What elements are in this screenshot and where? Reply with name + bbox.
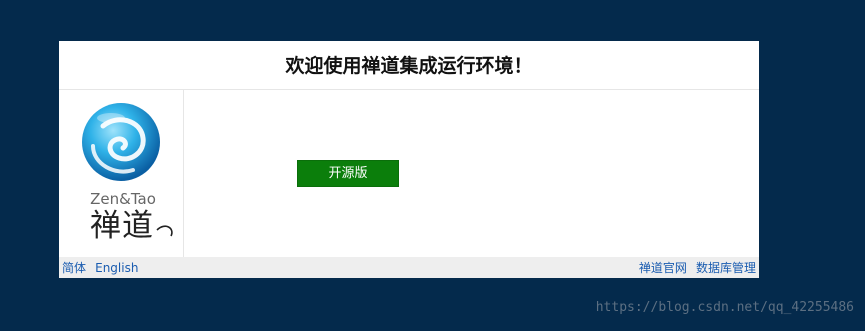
brand-en-text: Zen&Tao	[90, 190, 156, 208]
language-switcher: 简体 English	[62, 257, 138, 279]
brand-cn-text: 禅道	[90, 208, 154, 244]
edition-select-area: 开源版	[185, 90, 759, 257]
footer-links: 禅道官网 数据库管理	[639, 257, 756, 279]
zentao-logo: Zen&Tao 禅道	[82, 103, 173, 244]
welcome-panel: 欢迎使用禅道集成运行环境！ Zen&Tao 禅道 开源版 简体 English …	[59, 41, 759, 278]
panel-title: 欢迎使用禅道集成运行环境！	[59, 41, 759, 90]
zentao-swirl-logo-icon	[82, 103, 160, 181]
logo-cell: Zen&Tao 禅道	[59, 90, 184, 257]
panel-footer: 简体 English 禅道官网 数据库管理	[59, 257, 759, 278]
open-source-edition-button[interactable]: 开源版	[297, 160, 399, 187]
watermark-text: https://blog.csdn.net/qq_42255486	[595, 300, 854, 315]
brand-flourish	[156, 225, 173, 237]
language-english-link[interactable]: English	[95, 261, 138, 275]
database-admin-link[interactable]: 数据库管理	[696, 261, 756, 275]
language-simplified-link[interactable]: 简体	[62, 261, 86, 275]
official-site-link[interactable]: 禅道官网	[639, 261, 687, 275]
